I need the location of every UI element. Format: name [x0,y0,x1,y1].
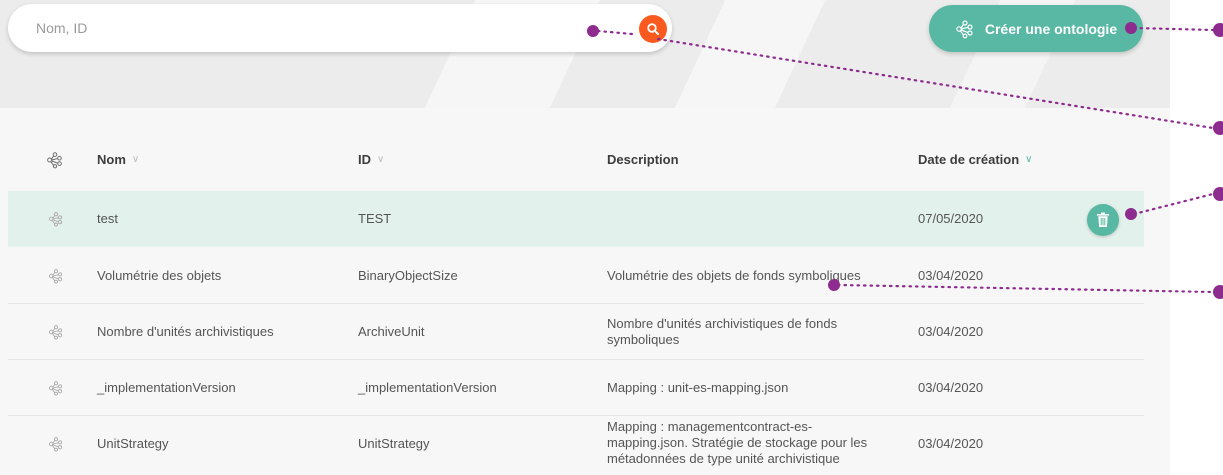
cell-nom: _implementationVersion [97,380,236,395]
cell-description: Volumétrie des objets de fonds symboliqu… [607,268,861,283]
table-row[interactable]: UnitStrategy UnitStrategy Mapping : mana… [8,416,1144,475]
column-header-date[interactable]: Date de création ∨ [918,152,1032,167]
trash-icon [1097,212,1109,227]
cell-date: 07/05/2020 [918,211,984,226]
ontology-column-icon [47,152,62,169]
table-row[interactable]: _implementationVersion _implementationVe… [8,360,1144,416]
annotation-margin [1170,0,1223,475]
ontology-icon [956,19,973,38]
search-box [8,4,672,52]
table-row[interactable]: Volumétrie des objets BinaryObjectSize V… [8,248,1144,304]
ontology-row-icon [48,248,68,304]
chevron-down-icon: ∨ [377,154,385,165]
cell-description: Mapping : managementcontract-es-mapping.… [607,419,868,466]
column-header-date-label: Date de création [918,152,1020,167]
cell-date: 03/04/2020 [918,324,984,339]
column-header-description-label: Description [607,152,679,167]
cell-id: ArchiveUnit [358,324,425,339]
cell-id: BinaryObjectSize [358,268,458,283]
column-header-nom[interactable]: Nom ∨ [97,152,139,167]
search-button[interactable] [639,15,667,43]
column-header-nom-label: Nom [97,152,126,167]
create-ontology-button[interactable]: Créer une ontologie [929,5,1143,52]
cell-description: Mapping : unit-es-mapping.json [607,380,789,395]
cell-description [607,191,877,247]
create-ontology-label: Créer une ontologie [984,20,1118,37]
ontology-row-icon [48,360,68,416]
cell-id: _implementationVersion [358,380,497,395]
cell-description: Nombre d'unités archivistiques de fonds … [607,316,838,347]
cell-nom: Volumétrie des objets [97,268,222,283]
search-icon [647,23,659,35]
cell-nom: test [97,211,118,226]
cell-date: 03/04/2020 [918,268,984,283]
ontology-row-icon [48,304,68,360]
chevron-down-icon: ∨ [1025,154,1033,165]
cell-nom: Nombre d'unités archivistiques [97,324,274,339]
cell-date: 03/04/2020 [918,436,984,451]
cell-nom: UnitStrategy [97,436,169,451]
table-row[interactable]: Nombre d'unités archivistiques ArchiveUn… [8,304,1144,360]
ontology-row-icon [48,191,68,247]
cell-id: TEST [358,211,392,226]
column-header-id[interactable]: ID ∨ [358,152,384,167]
column-header-id-label: ID [358,152,371,167]
ontology-row-icon [48,416,68,472]
cell-id: UnitStrategy [358,436,430,451]
search-input[interactable] [36,18,596,38]
column-header-description: Description [607,152,679,167]
table-row[interactable]: test TEST 07/05/2020 [8,191,1144,247]
cell-date: 03/04/2020 [918,380,984,395]
chevron-down-icon: ∨ [131,154,140,165]
delete-button[interactable] [1087,204,1119,236]
